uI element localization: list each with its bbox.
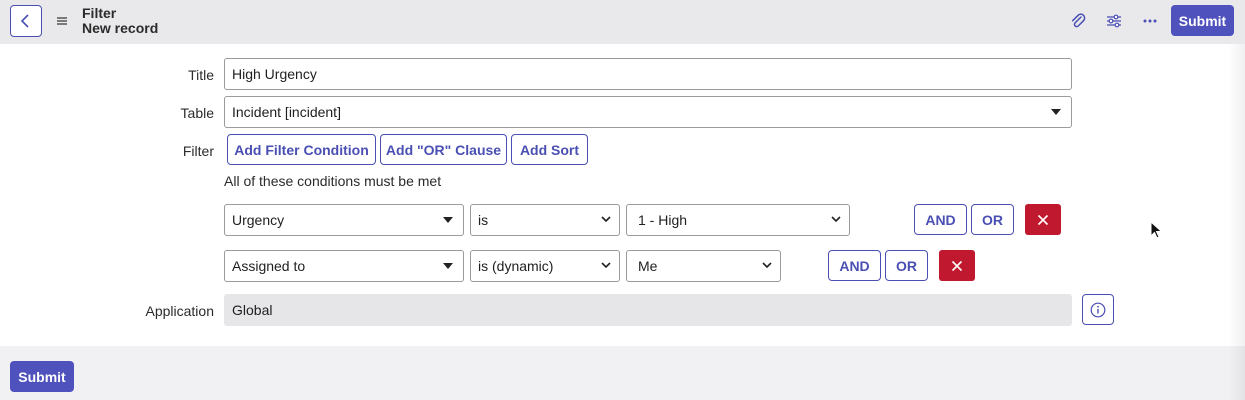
table-select-value: Incident [incident] [232, 104, 341, 120]
close-icon [1037, 214, 1049, 225]
application-field: Global [224, 294, 1072, 326]
paperclip-icon[interactable] [1068, 11, 1088, 31]
condition-field-value: Urgency [232, 212, 285, 228]
record-form: Title High Urgency Table Incident [incid… [0, 44, 1245, 346]
add-or-clause-button[interactable]: Add "OR" Clause [380, 134, 507, 165]
condition-field-select[interactable]: Assigned to [224, 250, 464, 282]
condition-operator-value: is (dynamic) [478, 258, 554, 274]
chevron-left-icon [20, 14, 29, 28]
page-title: Filter New record [82, 6, 158, 36]
caret-down-icon [443, 263, 453, 269]
condition-value-select[interactable]: 1 - High [626, 204, 850, 236]
add-filter-condition-button[interactable]: Add Filter Condition [227, 134, 376, 165]
submit-button-top[interactable]: Submit [1171, 5, 1234, 36]
chevron-down-icon [831, 216, 841, 223]
caret-down-icon [443, 217, 453, 223]
filter-label: Filter [182, 143, 214, 159]
ellipsis-icon[interactable] [1140, 11, 1160, 31]
delete-condition-button[interactable] [939, 250, 975, 281]
and-button[interactable]: AND [914, 204, 967, 235]
condition-operator-value: is [478, 212, 489, 228]
back-button[interactable] [10, 5, 42, 37]
or-button[interactable]: OR [971, 204, 1014, 235]
chevron-down-icon [762, 262, 772, 269]
page-title-main: Filter [82, 5, 117, 21]
hamburger-icon[interactable] [55, 13, 69, 29]
conditions-note: All of these conditions must be met [224, 173, 442, 189]
sliders-icon[interactable] [1104, 11, 1124, 31]
chevron-down-icon [601, 216, 611, 223]
table-select[interactable]: Incident [incident] [224, 96, 1072, 128]
scroll-shadow [1228, 44, 1245, 400]
condition-field-select[interactable]: Urgency [224, 204, 464, 236]
chevron-down-icon [601, 262, 611, 269]
header: Filter New record Submit [0, 0, 1245, 44]
delete-condition-button[interactable] [1025, 204, 1061, 235]
page-subtitle: New record [82, 20, 159, 36]
condition-operator-select[interactable]: is (dynamic) [470, 250, 620, 282]
condition-field-value: Assigned to [232, 258, 306, 274]
title-label: Title [188, 67, 214, 83]
application-label: Application [145, 303, 215, 319]
info-icon [1090, 302, 1106, 317]
title-input[interactable]: High Urgency [224, 58, 1072, 90]
condition-operator-select[interactable]: is [470, 204, 620, 236]
submit-button-bottom[interactable]: Submit [10, 361, 74, 392]
application-info-button[interactable] [1082, 294, 1114, 325]
mouse-cursor-icon [1150, 221, 1163, 239]
add-sort-button[interactable]: Add Sort [511, 134, 588, 165]
close-icon [951, 260, 963, 271]
condition-value-select[interactable]: Me [626, 250, 781, 282]
caret-down-icon [1051, 109, 1061, 115]
condition-value-text: Me [638, 258, 658, 274]
and-button[interactable]: AND [828, 250, 881, 281]
footer: Submit [0, 346, 1245, 400]
condition-value-text: 1 - High [638, 212, 688, 228]
or-button[interactable]: OR [885, 250, 928, 281]
table-label: Table [180, 105, 214, 121]
